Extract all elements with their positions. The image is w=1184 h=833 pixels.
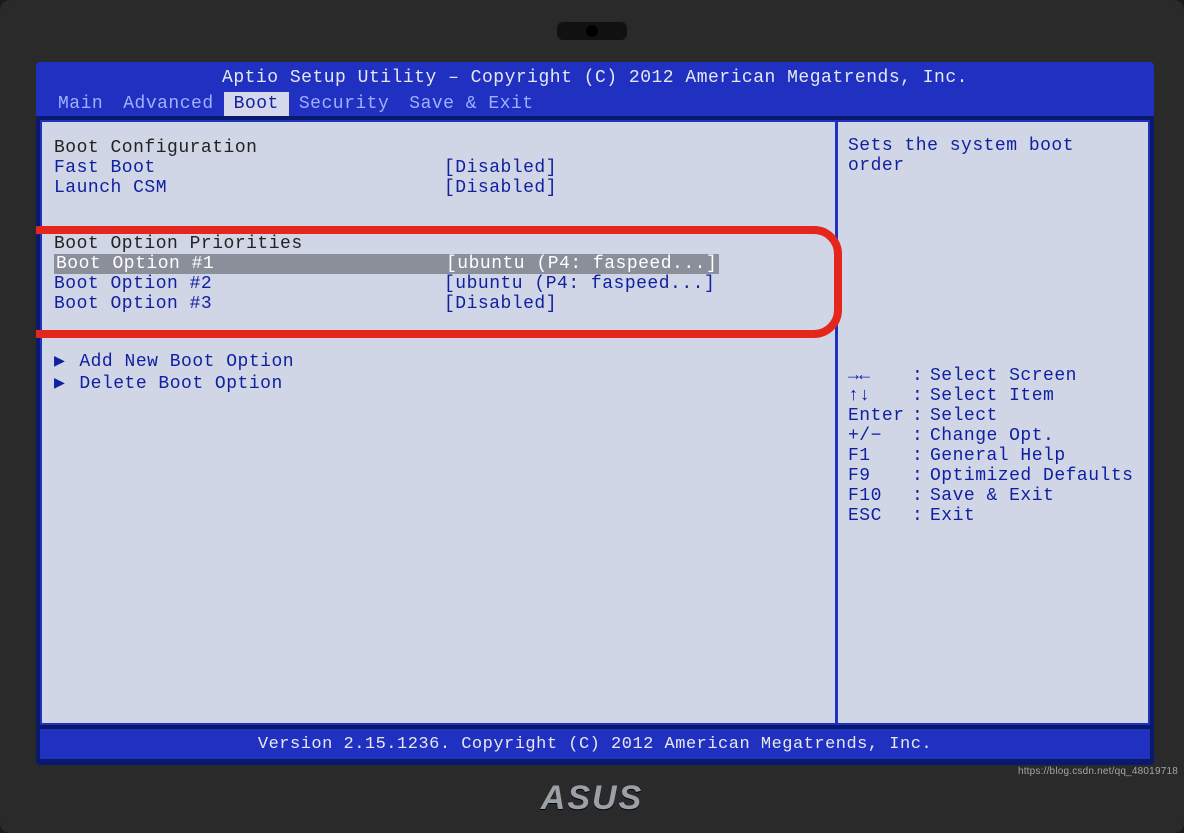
key-f1: F1 : General Help (848, 446, 1138, 466)
key-select-item-desc: Select Item (930, 386, 1138, 406)
cfg-fast-boot[interactable]: Fast Boot [Disabled] (54, 158, 823, 178)
boot-config-heading: Boot Configuration (54, 138, 823, 158)
key-change-opt: +/− : Change Opt. (848, 426, 1138, 446)
key-f1-label: F1 (848, 446, 912, 466)
key-select-screen: →← : Select Screen (848, 366, 1138, 386)
key-esc-desc: Exit (930, 506, 1138, 526)
bios-footer: Version 2.15.1236. Copyright (C) 2012 Am… (40, 729, 1150, 759)
key-f1-desc: General Help (930, 446, 1138, 466)
action-add-boot[interactable]: ▶ Add New Boot Option (54, 350, 823, 372)
bios-body: Boot Configuration Fast Boot [Disabled] … (40, 120, 1150, 725)
boot-option-3[interactable]: Boot Option #3 [Disabled] (54, 294, 823, 314)
cfg-launch-csm-label: Launch CSM (54, 178, 444, 198)
key-arrows-lr-icon: →← (848, 366, 912, 386)
key-plus-minus-label: +/− (848, 426, 912, 446)
key-f9-desc: Optimized Defaults (930, 466, 1138, 486)
boot-option-2-value: [ubuntu (P4: faspeed...] (444, 274, 715, 294)
key-f9: F9 : Optimized Defaults (848, 466, 1138, 486)
boot-option-2-label: Boot Option #2 (54, 274, 444, 294)
key-enter-label: Enter (848, 406, 912, 426)
boot-option-1-value: [ubuntu (P4: faspeed...] (444, 254, 719, 274)
key-esc: ESC : Exit (848, 506, 1138, 526)
panel-help: Sets the system boot order →← : Select S… (838, 122, 1148, 723)
lcd-screen: Aptio Setup Utility – Copyright (C) 2012… (36, 62, 1154, 765)
boot-option-3-value: [Disabled] (444, 294, 557, 314)
key-arrows-ud-icon: ↑↓ (848, 386, 912, 406)
action-delete-boot-label: Delete Boot Option (79, 374, 282, 394)
boot-option-2[interactable]: Boot Option #2 [ubuntu (P4: faspeed...] (54, 274, 823, 294)
key-select-item: ↑↓ : Select Item (848, 386, 1138, 406)
triangle-right-icon: ▶ (54, 350, 68, 372)
cfg-fast-boot-label: Fast Boot (54, 158, 444, 178)
tab-save-exit[interactable]: Save & Exit (399, 92, 543, 116)
key-f10: F10 : Save & Exit (848, 486, 1138, 506)
brand-logo: ASUS (492, 771, 692, 825)
action-delete-boot[interactable]: ▶ Delete Boot Option (54, 372, 823, 394)
help-description: Sets the system boot order (848, 136, 1138, 366)
tab-main[interactable]: Main (48, 92, 113, 116)
tab-advanced[interactable]: Advanced (113, 92, 223, 116)
webcam (557, 22, 627, 40)
bios-tab-bar: Main Advanced Boot Security Save & Exit (36, 92, 1154, 116)
action-add-boot-label: Add New Boot Option (79, 352, 294, 372)
cfg-fast-boot-value: [Disabled] (444, 158, 557, 178)
help-key-list: →← : Select Screen ↑↓ : Select Item Ente… (848, 366, 1138, 526)
cfg-launch-csm[interactable]: Launch CSM [Disabled] (54, 178, 823, 198)
boot-priorities-heading: Boot Option Priorities (54, 234, 823, 254)
tab-security[interactable]: Security (289, 92, 399, 116)
version-text: Version 2.15.1236. Copyright (C) 2012 Am… (258, 735, 932, 754)
key-change-opt-desc: Change Opt. (930, 426, 1138, 446)
bios-header: Aptio Setup Utility – Copyright (C) 2012… (36, 62, 1154, 116)
tab-boot[interactable]: Boot (224, 92, 289, 116)
panel-main: Boot Configuration Fast Boot [Disabled] … (42, 122, 838, 723)
triangle-right-icon: ▶ (54, 372, 68, 394)
boot-option-3-label: Boot Option #3 (54, 294, 444, 314)
key-enter: Enter : Select (848, 406, 1138, 426)
boot-option-1-label: Boot Option #1 (54, 254, 444, 274)
key-f10-desc: Save & Exit (930, 486, 1138, 506)
boot-option-1[interactable]: Boot Option #1 [ubuntu (P4: faspeed...] (54, 254, 823, 274)
key-enter-desc: Select (930, 406, 1138, 426)
cfg-launch-csm-value: [Disabled] (444, 178, 557, 198)
key-f9-label: F9 (848, 466, 912, 486)
key-esc-label: ESC (848, 506, 912, 526)
bios-title: Aptio Setup Utility – Copyright (C) 2012… (36, 66, 1154, 92)
key-select-screen-desc: Select Screen (930, 366, 1138, 386)
watermark-text: https://blog.csdn.net/qq_48019718 (1018, 766, 1178, 777)
laptop-bezel: ASUS https://blog.csdn.net/qq_48019718 A… (0, 0, 1184, 833)
key-f10-label: F10 (848, 486, 912, 506)
